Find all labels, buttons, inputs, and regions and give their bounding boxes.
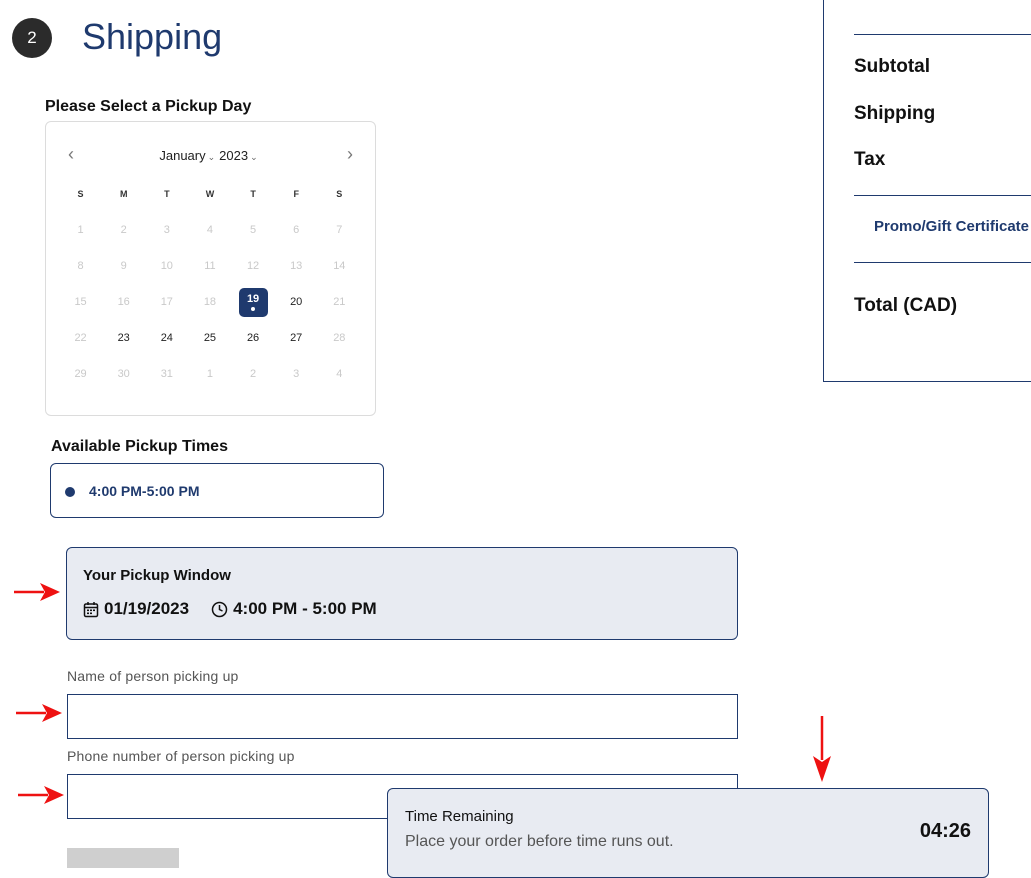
tax-label: Tax <box>854 149 886 170</box>
weekday-header: W <box>205 189 215 199</box>
weekday-header: F <box>293 189 299 199</box>
calendar-day: 29 <box>74 368 87 380</box>
order-summary-panel: Subtotal Shipping Tax Promo/Gift Certifi… <box>823 0 1031 382</box>
phone-field-label: Phone number of person picking up <box>67 748 295 764</box>
pickup-window-date: 01/19/2023 <box>104 599 190 618</box>
annotation-arrow-right-icon <box>14 583 60 601</box>
calendar-day: 14 <box>333 260 346 272</box>
chevron-down-icon: ⌄ <box>250 152 258 162</box>
calendar-day: 3 <box>163 224 170 236</box>
calendar-day: 8 <box>77 260 84 272</box>
weekday-header: T <box>250 189 256 199</box>
selected-dot-icon <box>251 307 256 311</box>
calendar-day: 22 <box>74 332 87 344</box>
calendar-day: 15 <box>74 296 87 308</box>
pickup-calendar: ‹ January ⌄ 2023 ⌄ › S M T W T F S 1 2 3 4 5 6 7 8 9 10 11 12… <box>45 121 376 416</box>
subtotal-label: Subtotal <box>854 56 930 77</box>
calendar-day: 28 <box>333 332 346 344</box>
calendar-week: 29 30 31 1 2 3 4 <box>59 356 361 392</box>
calendar-day[interactable]: 23 <box>102 320 145 356</box>
step-number-badge: 2 <box>12 18 52 58</box>
pickup-times-label: Available Pickup Times <box>51 438 228 455</box>
calendar-day[interactable]: 25 <box>188 320 231 356</box>
calendar-day: 9 <box>120 260 127 272</box>
calendar-day: 17 <box>160 296 173 308</box>
divider <box>854 34 1031 35</box>
next-month-chevron-icon[interactable]: › <box>347 145 353 163</box>
pickup-time-option[interactable]: 4:00 PM-5:00 PM <box>50 463 384 518</box>
calendar-day: 3 <box>293 368 300 380</box>
weekday-header: T <box>164 189 170 199</box>
calendar-icon <box>83 601 99 617</box>
calendar-day: 21 <box>333 296 346 308</box>
shipping-label: Shipping <box>854 103 936 124</box>
calendar-day: 11 <box>204 260 216 272</box>
calendar-day: 13 <box>290 260 303 272</box>
divider <box>854 195 1031 196</box>
pickup-window-panel: Your Pickup Window 01/19/2023 4:00 PM - … <box>66 547 738 640</box>
total-label: Total (CAD) <box>854 295 958 316</box>
calendar-day: 7 <box>336 224 343 236</box>
calendar-day: 1 <box>77 224 84 236</box>
annotation-arrow-right-icon <box>16 704 62 722</box>
section-title: Shipping <box>82 16 223 57</box>
month-year-selector[interactable]: January ⌄ 2023 ⌄ <box>46 148 375 163</box>
pickup-name-input[interactable] <box>67 694 738 739</box>
pickup-window-title: Your Pickup Window <box>83 567 231 584</box>
annotation-arrow-down-icon <box>813 716 831 782</box>
calendar-day-selected[interactable]: 19 <box>232 284 275 320</box>
calendar-day: 31 <box>160 368 173 380</box>
calendar-grid: S M T W T F S 1 2 3 4 5 6 7 8 9 10 11 12 13 14 15 16 17 18 19 20 21… <box>59 189 361 392</box>
month-select[interactable]: January <box>159 148 205 163</box>
calendar-week: 22 23 24 25 26 27 28 <box>59 320 361 356</box>
calendar-day-number: 19 <box>246 293 260 305</box>
calendar-week: 15 16 17 18 19 20 21 <box>59 284 361 320</box>
calendar-day[interactable]: 24 <box>145 320 188 356</box>
calendar-day: 1 <box>206 368 213 380</box>
calendar-day: 10 <box>160 260 173 272</box>
calendar-day[interactable]: 26 <box>232 320 275 356</box>
pickup-time-label: 4:00 PM-5:00 PM <box>89 483 200 499</box>
divider <box>854 262 1031 263</box>
time-remaining-title: Time Remaining <box>405 808 514 825</box>
calendar-week: 1 2 3 4 5 6 7 <box>59 212 361 248</box>
year-select[interactable]: 2023 <box>219 148 248 163</box>
clock-icon <box>211 601 228 617</box>
weekday-header: M <box>119 189 128 199</box>
calendar-week: 8 9 10 11 12 13 14 <box>59 248 361 284</box>
radio-selected-icon[interactable] <box>65 487 75 497</box>
time-remaining-message: Place your order before time runs out. <box>405 833 674 850</box>
pickup-day-label: Please Select a Pickup Day <box>45 98 252 115</box>
weekday-header: S <box>336 189 343 199</box>
continue-button[interactable] <box>67 848 179 868</box>
calendar-day: 12 <box>246 260 260 272</box>
calendar-day: 16 <box>117 296 130 308</box>
calendar-day: 30 <box>117 368 130 380</box>
calendar-day[interactable]: 27 <box>275 320 318 356</box>
promo-gift-certificate-link[interactable]: Promo/Gift Certificate <box>874 218 1029 235</box>
calendar-day: 4 <box>206 224 213 236</box>
annotation-arrow-right-icon <box>18 786 64 804</box>
chevron-down-icon: ⌄ <box>207 152 216 162</box>
calendar-day: 5 <box>250 224 257 236</box>
countdown-value: 04:26 <box>919 820 971 842</box>
name-field-label: Name of person picking up <box>67 668 239 684</box>
calendar-day: 6 <box>293 224 300 236</box>
pickup-window-time: 4:00 PM - 5:00 PM <box>233 599 377 618</box>
calendar-day: 18 <box>203 296 217 308</box>
time-remaining-panel: Time Remaining Place your order before t… <box>387 788 989 878</box>
calendar-day: 4 <box>336 368 343 380</box>
calendar-day: 2 <box>250 368 257 380</box>
calendar-day: 2 <box>120 224 127 236</box>
calendar-day[interactable]: 20 <box>275 284 318 320</box>
weekday-header: S <box>77 189 84 199</box>
